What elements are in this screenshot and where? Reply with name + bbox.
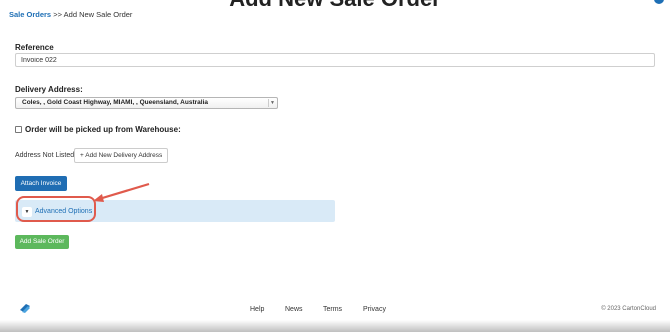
- window-bottom-shadow: [0, 320, 670, 332]
- footer-link-privacy[interactable]: Privacy: [363, 306, 386, 313]
- annotation-highlight-box: [16, 196, 96, 222]
- delivery-address-value: Coles, , Gold Coast Highway, MIAMI, , Qu…: [22, 99, 209, 106]
- reference-input[interactable]: [15, 53, 655, 67]
- chevron-down-icon: ▼: [268, 99, 276, 107]
- breadcrumb: Sale Orders >> Add New Sale Order: [9, 10, 132, 19]
- pickup-checkbox[interactable]: [15, 126, 22, 133]
- reference-label: Reference: [15, 43, 54, 52]
- footer-link-terms[interactable]: Terms: [323, 306, 342, 313]
- pickup-checkbox-label: Order will be picked up from Warehouse:: [25, 125, 181, 134]
- footer-link-news[interactable]: News: [285, 306, 303, 313]
- annotation-arrow: [93, 182, 150, 202]
- delivery-address-select[interactable]: Coles, , Gold Coast Highway, MIAMI, , Qu…: [15, 97, 278, 109]
- address-not-listed-label: Address Not Listed?: [15, 152, 79, 159]
- delivery-address-label: Delivery Address:: [15, 85, 83, 94]
- breadcrumb-sale-orders-link[interactable]: Sale Orders: [9, 10, 51, 19]
- footer-link-help[interactable]: Help: [250, 306, 264, 313]
- copyright: © 2023 CartonCloud: [601, 306, 656, 312]
- add-sale-order-button[interactable]: Add Sale Order: [15, 235, 69, 249]
- breadcrumb-current: Add New Sale Order: [63, 10, 133, 19]
- attach-invoice-button[interactable]: Attach Invoice: [15, 176, 67, 191]
- add-delivery-address-label: + Add New Delivery Address: [80, 152, 163, 159]
- breadcrumb-separator: >>: [53, 10, 62, 19]
- cartoncloud-logo-icon: [20, 304, 30, 313]
- add-delivery-address-button[interactable]: + Add New Delivery Address: [74, 148, 169, 163]
